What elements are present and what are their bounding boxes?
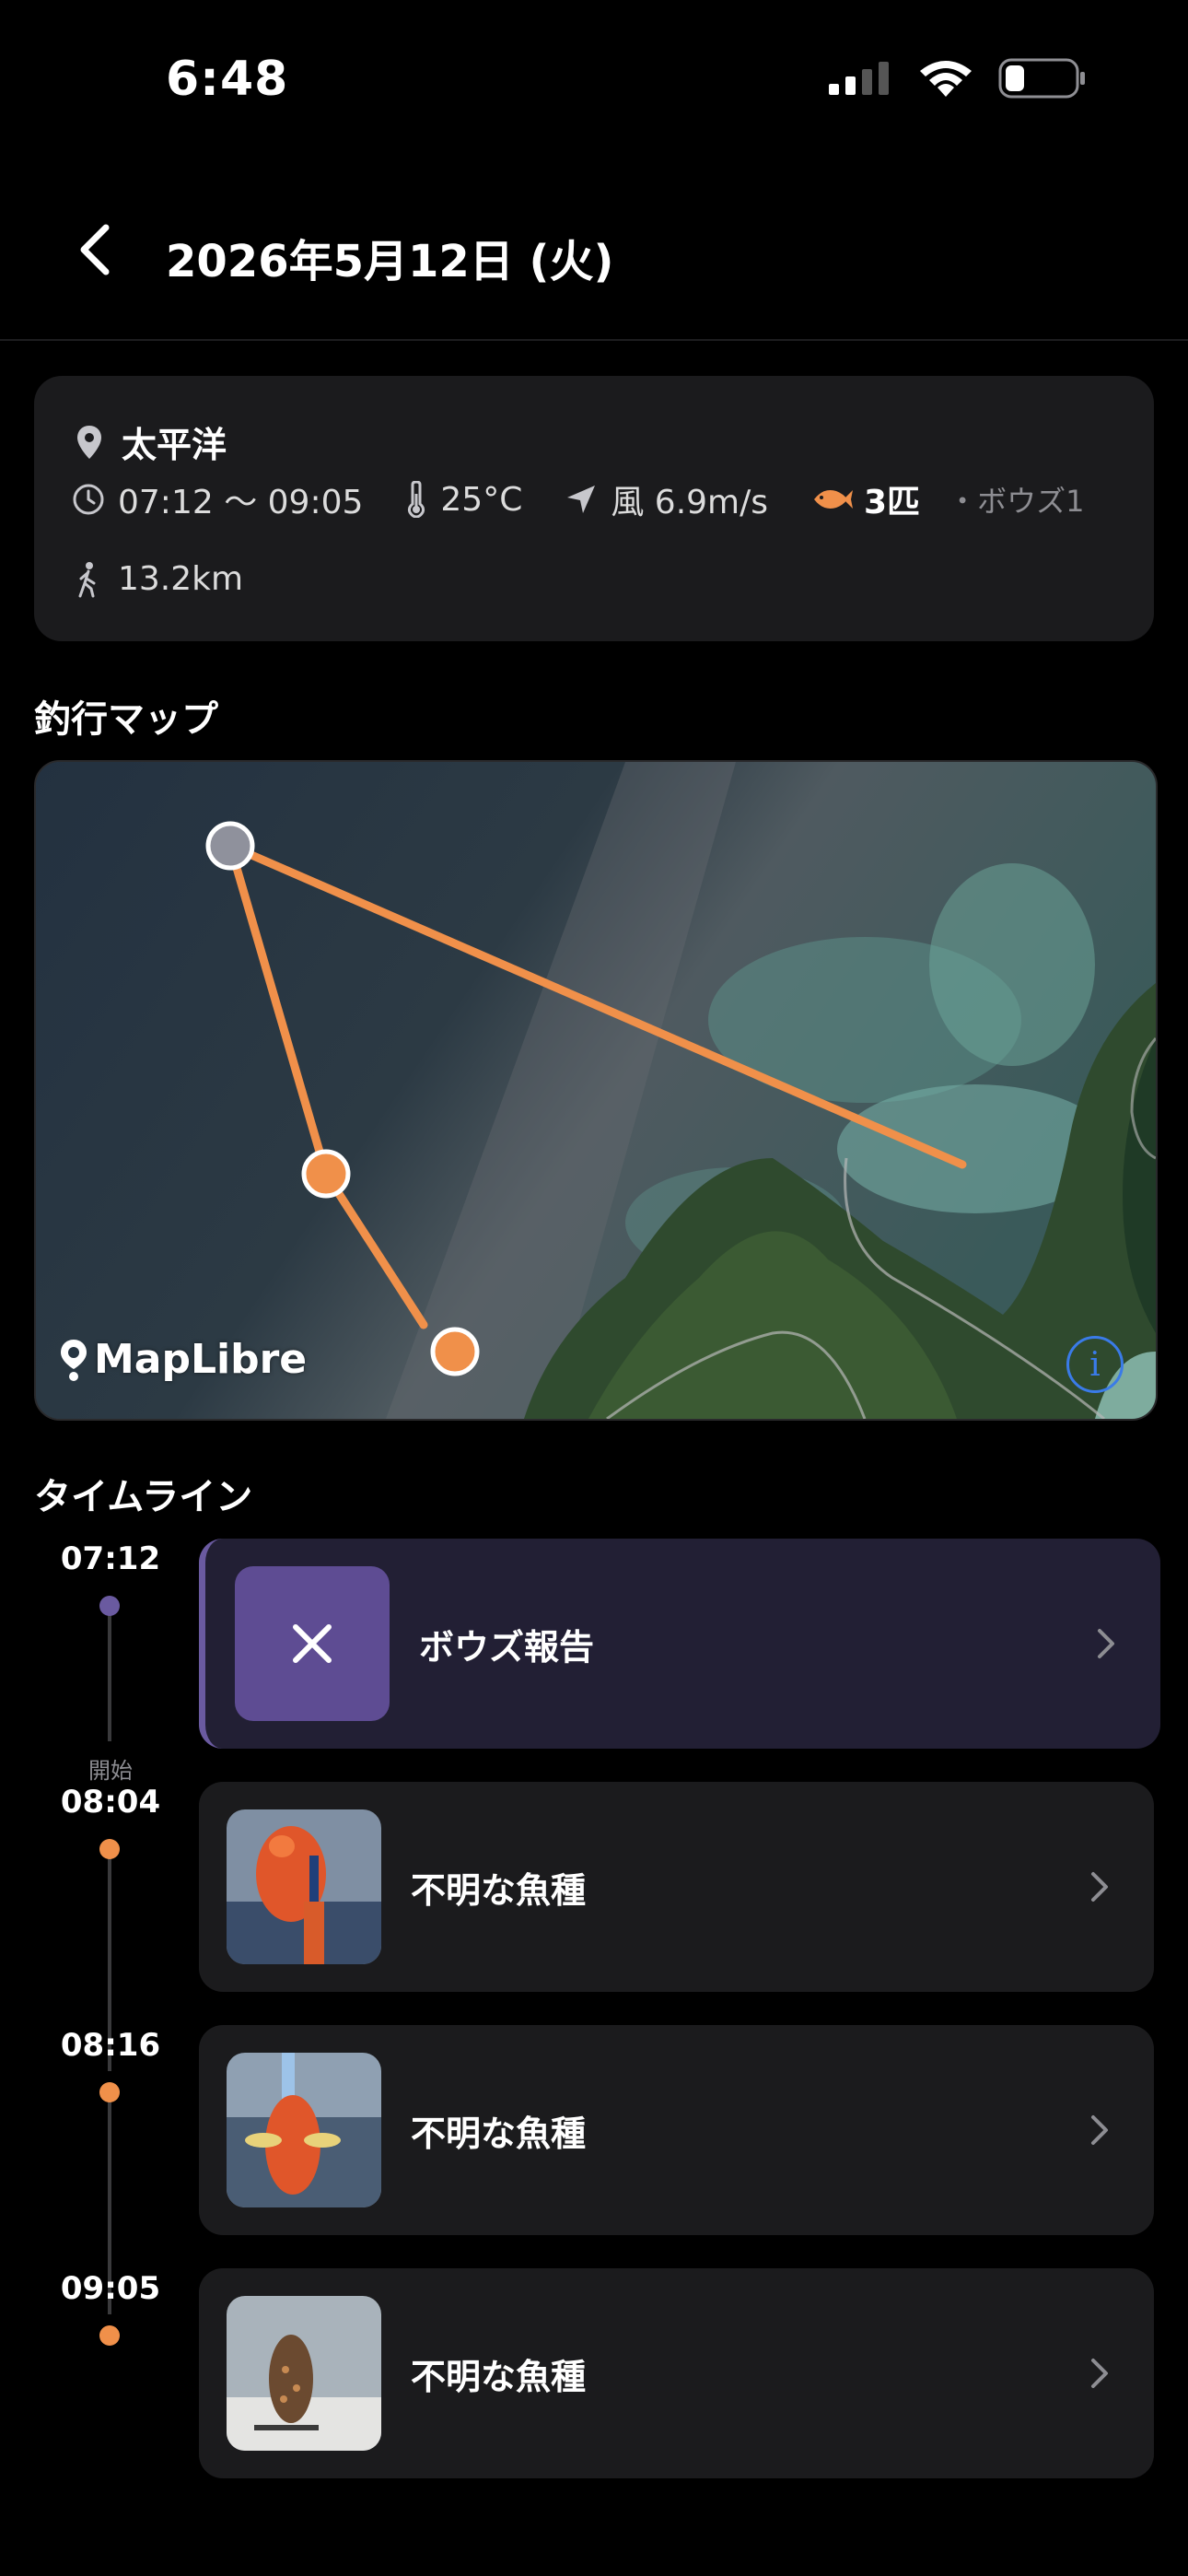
catch-count: 3匹 (864, 484, 921, 521)
chevron-right-icon (1091, 2359, 1108, 2388)
bouzu-thumbnail (235, 1566, 390, 1721)
timeline-entry-label: 不明な魚種 (411, 1869, 587, 1911)
location-name: 太平洋 (122, 425, 227, 465)
battery-icon (998, 58, 1085, 99)
timeline-entry-label: 不明な魚種 (411, 2356, 587, 2397)
trip-map[interactable] (34, 760, 1158, 1421)
distance: 13.2km (118, 560, 244, 598)
map-start-marker[interactable] (205, 821, 255, 871)
timeline-section-title: タイムライン (34, 1476, 253, 1518)
header-divider (0, 339, 1188, 341)
status-icons (827, 57, 1087, 100)
time-range: 07:12 〜 09:05 (118, 484, 364, 521)
timeline-time: 09:05 (60, 2270, 161, 2307)
trip-stats-row: 07:12 〜 09:05 25°C 風 6.9m/s 3匹 ・ボウズ1 (72, 475, 1084, 523)
timeline-connector (108, 1609, 111, 1741)
fish-photo-image (227, 2053, 381, 2207)
timeline-entry-bouzu[interactable]: ボウズ報告 (199, 1539, 1160, 1749)
map-catch-marker[interactable] (430, 1327, 480, 1376)
timeline-dot (99, 2325, 120, 2346)
chevron-left-icon (80, 224, 110, 275)
map-section-title: 釣行マップ (34, 698, 218, 741)
location-row: 太平洋 (76, 416, 227, 467)
satellite-map-image (36, 762, 1156, 1419)
clock-icon (73, 484, 104, 515)
temperature-stat: 25°C (405, 481, 522, 519)
maplibre-pin-icon (61, 1339, 87, 1381)
timeline-dot (99, 1839, 120, 1859)
timeline-entry-label: 不明な魚種 (411, 2113, 587, 2154)
wind: 風 6.9m/s (611, 484, 768, 521)
timeline-dot (99, 2082, 120, 2102)
close-icon (293, 1624, 332, 1663)
timeline-start-label: 開始 (88, 1758, 133, 1784)
chevron-right-icon (1091, 1872, 1108, 1902)
timeline-entry-catch[interactable]: 不明な魚種 (199, 1782, 1154, 1992)
timeline-time: 08:16 (60, 2027, 161, 2064)
temperature: 25°C (440, 480, 523, 519)
timeline-entry-catch[interactable]: 不明な魚種 (199, 2025, 1154, 2235)
fish-icon (814, 490, 853, 509)
timeline-dot (99, 1596, 120, 1616)
walking-icon (78, 561, 96, 597)
timeline-entry-label: ボウズ報告 (419, 1626, 595, 1668)
map-pin-icon (77, 425, 101, 459)
distance-row: 13.2km (76, 560, 243, 598)
chevron-right-icon (1091, 2115, 1108, 2145)
catch-photo (227, 2296, 381, 2451)
maplibre-label: MapLibre (94, 1336, 308, 1383)
catch-stat: 3匹 (810, 475, 920, 523)
catch-photo (227, 1809, 381, 1964)
bouzu-count: ・ボウズ1 (948, 484, 1085, 519)
timeline-time: 08:04 (60, 1784, 161, 1821)
fish-photo-image (227, 1809, 381, 1964)
fish-photo-image (227, 2296, 381, 2451)
timeline-entry-catch[interactable]: 不明な魚種 (199, 2268, 1154, 2478)
map-info-button[interactable]: i (1066, 1336, 1124, 1393)
status-time: 6:48 (166, 52, 289, 107)
thermometer-icon (408, 481, 425, 518)
wind-direction-arrow-icon (567, 486, 596, 513)
cellular-signal-icon (829, 62, 889, 95)
chevron-right-icon (1098, 1629, 1114, 1658)
page-title: 2026年5月12日 (火) (166, 236, 614, 287)
map-catch-marker[interactable] (301, 1149, 351, 1199)
timeline-time: 07:12 (60, 1540, 161, 1577)
back-button[interactable] (63, 217, 127, 282)
wind-stat: 風 6.9m/s (565, 475, 768, 523)
wifi-icon (920, 61, 972, 97)
time-range-stat: 07:12 〜 09:05 (72, 475, 363, 523)
maplibre-logo: MapLibre (59, 1336, 307, 1383)
catch-photo (227, 2053, 381, 2207)
